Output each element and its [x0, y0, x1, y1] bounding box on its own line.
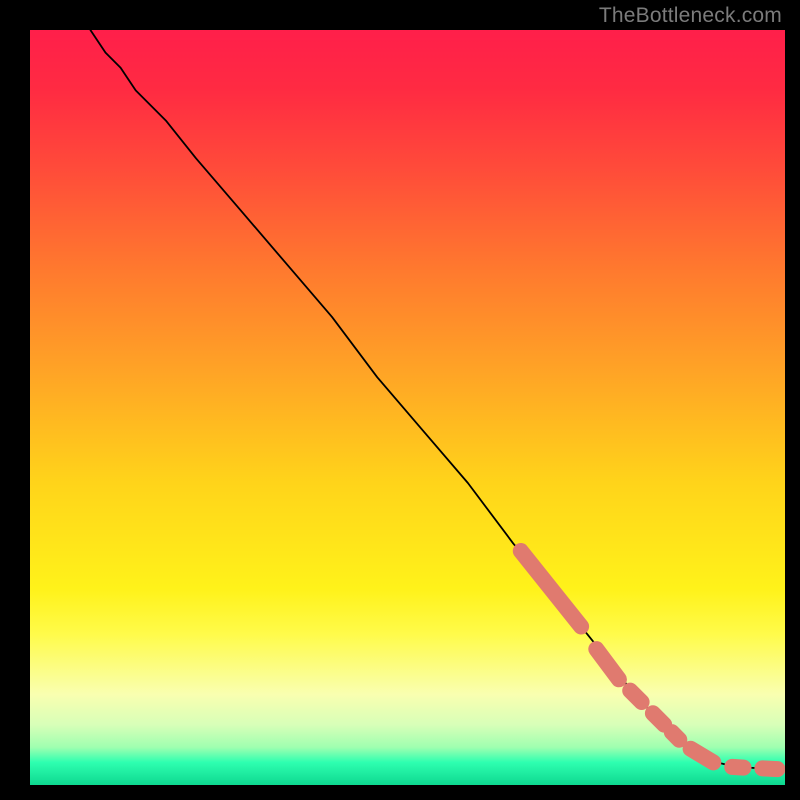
attribution-label: TheBottleneck.com — [599, 4, 782, 28]
series-markers — [521, 551, 778, 769]
chart-plot-area — [30, 30, 785, 785]
series-line — [90, 30, 777, 769]
curve-layer — [30, 30, 785, 785]
